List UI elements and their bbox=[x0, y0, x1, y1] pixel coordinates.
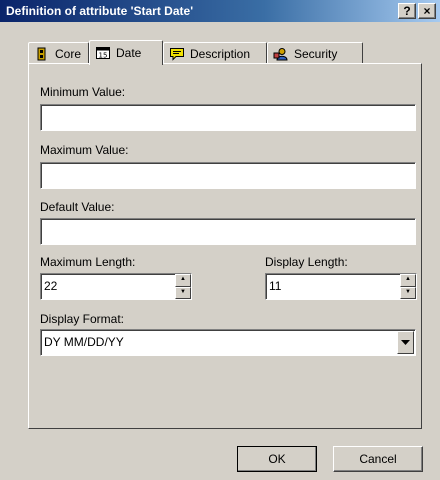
ok-button[interactable]: OK bbox=[237, 446, 317, 472]
svg-text:15: 15 bbox=[99, 52, 108, 60]
tab-date-label: Date bbox=[116, 46, 142, 60]
maximum-length-label: Maximum Length: bbox=[40, 255, 136, 269]
display-length-label: Display Length: bbox=[265, 255, 348, 269]
tab-core[interactable]: Core bbox=[28, 42, 89, 64]
default-value-label: Default Value: bbox=[40, 200, 115, 214]
calendar-icon: 15 bbox=[95, 46, 111, 60]
display-length-spinner[interactable]: ▲ ▼ bbox=[400, 274, 416, 299]
close-button[interactable]: × bbox=[418, 3, 436, 19]
tab-date[interactable]: 15 Date bbox=[89, 40, 163, 65]
window-title: Definition of attribute 'Start Date' bbox=[6, 4, 194, 18]
chevron-down-icon bbox=[401, 340, 410, 345]
spin-up-icon[interactable]: ▲ bbox=[400, 274, 416, 287]
help-button[interactable]: ? bbox=[398, 3, 416, 19]
minimum-value-label: Minimum Value: bbox=[40, 85, 126, 99]
tab-security[interactable]: Security bbox=[267, 42, 363, 64]
spin-down-icon[interactable]: ▼ bbox=[400, 286, 416, 299]
spin-up-icon[interactable]: ▲ bbox=[175, 274, 191, 287]
tab-strip: Core 15 Date Description Security bbox=[28, 40, 364, 65]
maximum-value-label: Maximum Value: bbox=[40, 143, 129, 157]
maximum-length-input[interactable]: 22 bbox=[40, 273, 192, 300]
tab-security-label: Security bbox=[294, 46, 338, 61]
maximum-value-input[interactable] bbox=[40, 162, 416, 189]
title-bar[interactable]: Definition of attribute 'Start Date' ? × bbox=[0, 0, 440, 22]
tab-description-label: Description bbox=[190, 46, 251, 61]
spin-down-icon[interactable]: ▼ bbox=[175, 286, 191, 299]
default-value-input[interactable] bbox=[40, 218, 416, 245]
core-icon bbox=[34, 47, 50, 61]
display-format-label: Display Format: bbox=[40, 312, 125, 326]
dropdown-button[interactable] bbox=[397, 331, 414, 354]
tab-description[interactable]: Description bbox=[163, 42, 267, 64]
tab-core-label: Core bbox=[55, 46, 82, 61]
maximum-length-spinner[interactable]: ▲ ▼ bbox=[175, 274, 191, 299]
display-format-select[interactable]: DY MM/DD/YY bbox=[40, 329, 416, 356]
display-length-input[interactable]: 11 bbox=[265, 273, 417, 300]
minimum-value-input[interactable] bbox=[40, 104, 416, 131]
description-icon bbox=[169, 47, 185, 61]
attribute-definition-dialog: Definition of attribute 'Start Date' ? ×… bbox=[0, 0, 440, 480]
date-tab-panel: Minimum Value: Maximum Value: Default Va… bbox=[28, 63, 422, 429]
security-icon bbox=[273, 47, 289, 61]
cancel-button[interactable]: Cancel bbox=[333, 446, 423, 472]
